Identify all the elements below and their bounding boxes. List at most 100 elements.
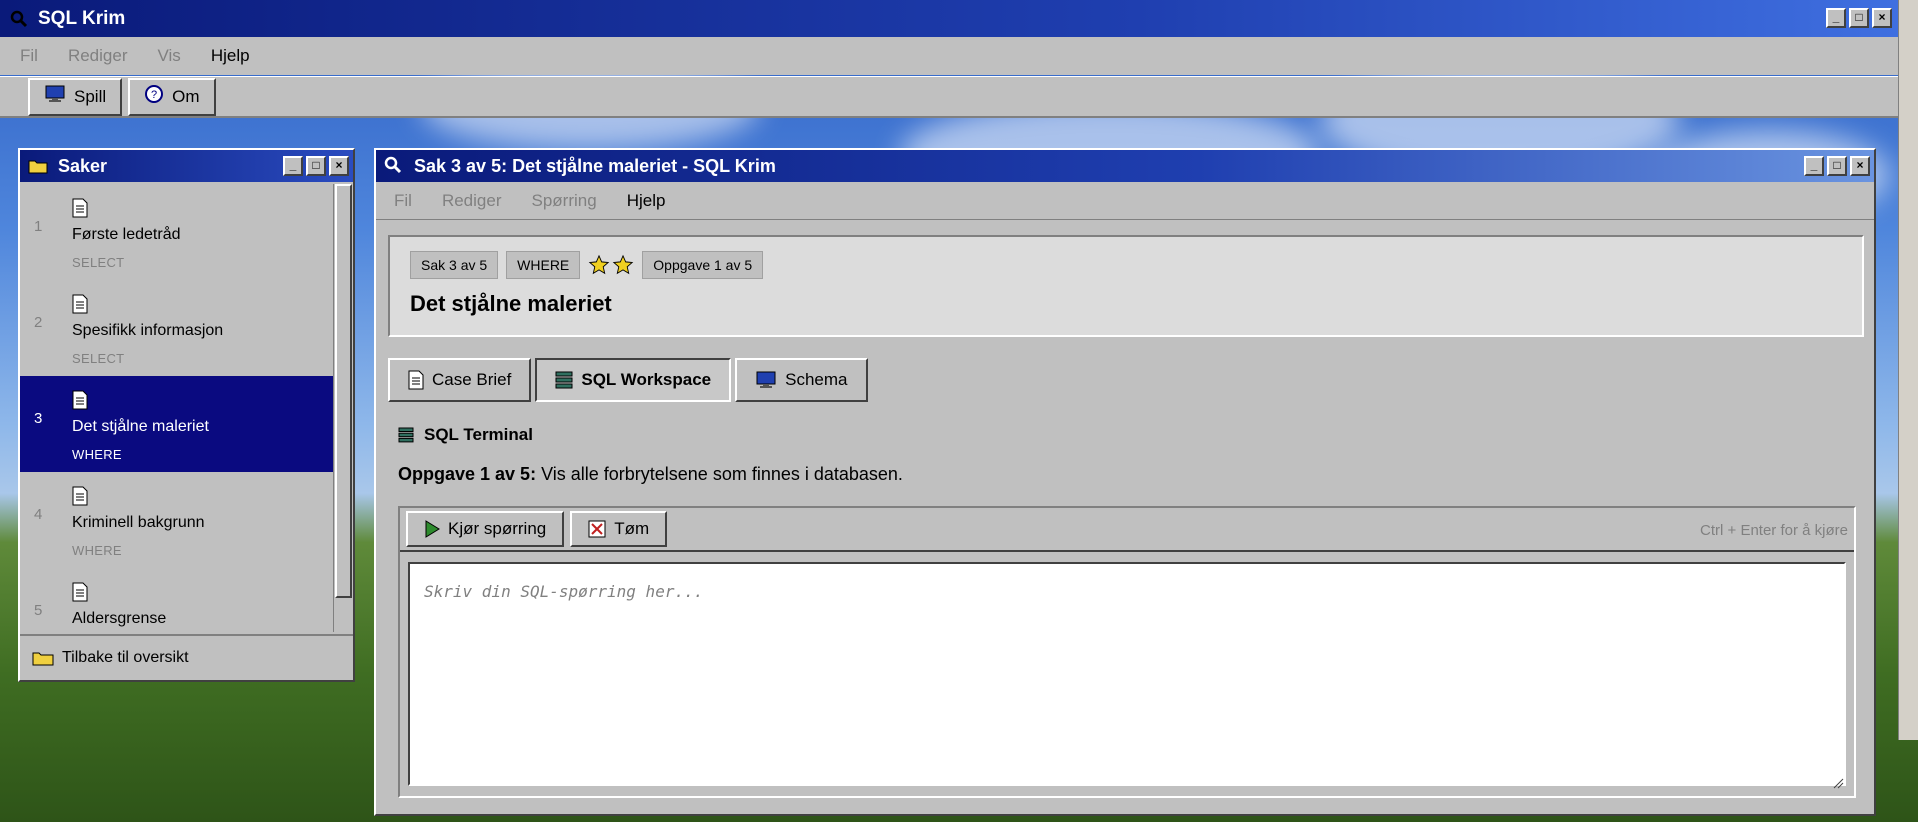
- case-number: 4: [34, 506, 43, 523]
- case-title: Det stjålne maleriet: [72, 418, 209, 435]
- tab-sql-workspace[interactable]: SQL Workspace: [535, 358, 732, 402]
- close-box-icon: [588, 520, 606, 538]
- case-window: Sak 3 av 5: Det stjålne maleriet - SQL K…: [374, 148, 1876, 816]
- back-to-overview-button[interactable]: Tilbake til oversikt: [20, 634, 353, 680]
- case-list-item[interactable]: 5 Aldersgrense: [20, 568, 333, 632]
- menu-file[interactable]: Fil: [394, 191, 412, 211]
- svg-text:?: ?: [151, 89, 157, 101]
- case-header: Sak 3 av 5 WHERE Oppgave 1 av 5 Det stjå…: [388, 235, 1864, 337]
- case-number: 3: [34, 410, 43, 427]
- app-title: SQL Krim: [38, 7, 126, 29]
- case-title: Første ledetråd: [72, 226, 181, 243]
- document-icon: [72, 486, 92, 508]
- task-prefix: Oppgave 1 av 5:: [398, 464, 537, 484]
- menu-file[interactable]: Fil: [20, 46, 38, 66]
- case-title: Spesifikk informasjon: [72, 322, 224, 339]
- task-text: Vis alle forbrytelsene som finnes i data…: [536, 464, 903, 484]
- maximize-button[interactable]: □: [1849, 8, 1869, 28]
- menu-query[interactable]: Spørring: [532, 191, 597, 211]
- tab-case-brief[interactable]: Case Brief: [388, 358, 532, 402]
- case-title: Kriminell bakgrunn: [72, 514, 205, 531]
- task-badge: Oppgave 1 av 5: [642, 251, 764, 279]
- case-number: 5: [34, 602, 43, 619]
- about-button[interactable]: ? Om: [128, 77, 216, 116]
- document-icon: [72, 294, 92, 316]
- case-menubar: Fil Rediger Spørring Hjelp: [376, 182, 1874, 220]
- case-list-item[interactable]: 3 Det stjålne maleriet WHERE: [20, 376, 333, 472]
- case-tabs: Case Brief SQL Workspace Schema: [388, 358, 868, 402]
- case-number: 2: [34, 314, 43, 331]
- case-badges: Sak 3 av 5 WHERE Oppgave 1 av 5: [410, 251, 764, 279]
- case-window-controls: _ □ ×: [1804, 156, 1870, 176]
- about-label: Om: [172, 86, 200, 106]
- star-icon: [588, 254, 610, 276]
- case-list: 1 Første ledetråd SELECT 2 Spesifikk informa…: [20, 184, 333, 632]
- database-icon: [555, 371, 573, 389]
- folder-icon: [28, 158, 48, 174]
- close-button[interactable]: ×: [1872, 8, 1892, 28]
- menu-view[interactable]: Vis: [158, 46, 181, 66]
- document-icon: [72, 198, 92, 220]
- menu-help[interactable]: Hjelp: [627, 191, 666, 211]
- cases-titlebar: Saker _ □ ×: [20, 150, 353, 182]
- run-query-button[interactable]: Kjør spørring: [406, 511, 565, 547]
- menu-edit[interactable]: Rediger: [442, 191, 502, 211]
- back-label: Tilbake til oversikt: [62, 649, 189, 666]
- clear-button[interactable]: Tøm: [570, 511, 668, 547]
- document-icon: [72, 390, 92, 412]
- cases-window-controls: _ □ ×: [283, 156, 349, 176]
- case-heading: Det stjålne maleriet: [410, 291, 612, 316]
- cases-window: Saker _ □ × 1 Første ledetråd SELECT 2 Spesi…: [18, 148, 355, 682]
- menu-edit[interactable]: Rediger: [68, 46, 128, 66]
- clear-label: Tøm: [614, 519, 650, 538]
- help-circle-icon: ?: [144, 84, 164, 109]
- star-icon: [612, 254, 634, 276]
- run-shortcut-hint: Ctrl + Enter for å kjøre: [1700, 522, 1848, 539]
- resize-grip-icon[interactable]: [1832, 774, 1844, 789]
- app-toolbar: Spill ? Om: [0, 76, 1898, 118]
- case-topic-tag: WHERE: [72, 543, 122, 558]
- app-window-controls: _ □ ×: [1826, 8, 1892, 28]
- minimize-button[interactable]: _: [283, 156, 303, 176]
- case-list-item[interactable]: 1 Første ledetråd SELECT: [20, 184, 333, 280]
- topic-badge: WHERE: [506, 251, 581, 279]
- sql-editor-panel: Kjør spørring Tøm Ctrl + Enter for å kjø…: [398, 506, 1856, 798]
- case-topic-tag: SELECT: [72, 255, 125, 270]
- sql-terminal-title: SQL Terminal: [424, 425, 533, 444]
- monitor-icon: [44, 85, 66, 108]
- case-topic-tag: SELECT: [72, 351, 125, 366]
- close-button[interactable]: ×: [329, 156, 349, 176]
- case-titlebar: Sak 3 av 5: Det stjålne maleriet - SQL K…: [376, 150, 1874, 182]
- menu-help[interactable]: Hjelp: [211, 46, 250, 66]
- app-menubar: Fil Rediger Vis Hjelp: [0, 37, 1898, 75]
- case-list-item[interactable]: 2 Spesifikk informasjon SELECT: [20, 280, 333, 376]
- database-icon: [398, 427, 414, 443]
- editor-toolbar: Kjør spørring Tøm Ctrl + Enter for å kjø…: [400, 508, 1854, 552]
- case-title: Aldersgrense: [72, 610, 167, 627]
- task-description: Oppgave 1 av 5: Vis alle forbrytelsene s…: [398, 464, 903, 485]
- maximize-button[interactable]: □: [1827, 156, 1847, 176]
- sql-terminal-heading: SQL Terminal: [398, 425, 533, 445]
- document-icon: [408, 370, 424, 390]
- minimize-button[interactable]: _: [1804, 156, 1824, 176]
- tab-label: Case Brief: [432, 370, 512, 389]
- run-query-label: Kjør spørring: [448, 519, 547, 538]
- magnifier-icon: [8, 8, 30, 30]
- play-button[interactable]: Spill: [28, 77, 123, 116]
- close-button[interactable]: ×: [1850, 156, 1870, 176]
- folder-icon: [32, 650, 54, 666]
- case-list-item[interactable]: 4 Kriminell bakgrunn WHERE: [20, 472, 333, 568]
- case-list-scrollbar[interactable]: [333, 184, 353, 632]
- play-icon: [424, 520, 440, 538]
- difficulty-stars: [588, 254, 634, 276]
- app-titlebar: SQL Krim _ □ ×: [0, 0, 1898, 37]
- tab-label: SQL Workspace: [581, 370, 712, 389]
- scroll-thumb[interactable]: [335, 184, 352, 598]
- magnifier-icon: [384, 156, 404, 176]
- desktop-scrollbar[interactable]: [1898, 0, 1918, 740]
- maximize-button[interactable]: □: [306, 156, 326, 176]
- tab-schema[interactable]: Schema: [735, 358, 868, 402]
- minimize-button[interactable]: _: [1826, 8, 1846, 28]
- case-number: 1: [34, 218, 43, 235]
- sql-query-input[interactable]: [408, 562, 1846, 786]
